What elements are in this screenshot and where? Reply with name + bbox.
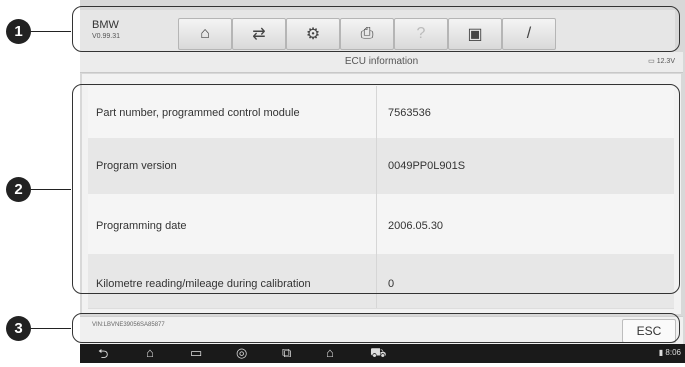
callout-3-label: 3 bbox=[14, 320, 23, 337]
status-time: 8:06 bbox=[665, 348, 681, 357]
chrome-icon[interactable]: ◎ bbox=[236, 345, 247, 361]
footer-highlight bbox=[72, 313, 680, 343]
screenshot-icon[interactable]: ⧉ bbox=[282, 345, 291, 361]
title-bar: ECU information ▭ 12.3V bbox=[80, 52, 683, 73]
callout-2: 2 bbox=[6, 177, 31, 202]
recent-apps-icon[interactable]: ▭ bbox=[190, 345, 202, 361]
battery-voltage: ▭ 12.3V bbox=[648, 58, 675, 65]
callout-1: 1 bbox=[6, 19, 31, 44]
callout-3: 3 bbox=[6, 316, 31, 341]
callout-2-leader bbox=[31, 189, 71, 190]
home-icon[interactable]: ⌂ bbox=[146, 345, 154, 360]
callout-1-leader bbox=[31, 31, 71, 32]
status-clock: ▮ 8:06 bbox=[658, 348, 681, 357]
back-icon[interactable]: ⮌ bbox=[98, 345, 108, 367]
battery-voltage-value: 12.3V bbox=[656, 58, 675, 65]
vci-car-icon[interactable]: ⛟ bbox=[370, 345, 386, 363]
toolbar-highlight bbox=[72, 6, 680, 52]
callout-1-label: 1 bbox=[14, 23, 23, 40]
callout-2-label: 2 bbox=[14, 181, 23, 198]
page-title: ECU information bbox=[344, 56, 419, 67]
content-highlight bbox=[72, 84, 680, 294]
autel-home-icon[interactable]: ⌂ bbox=[326, 345, 334, 360]
callout-3-leader bbox=[31, 328, 71, 329]
